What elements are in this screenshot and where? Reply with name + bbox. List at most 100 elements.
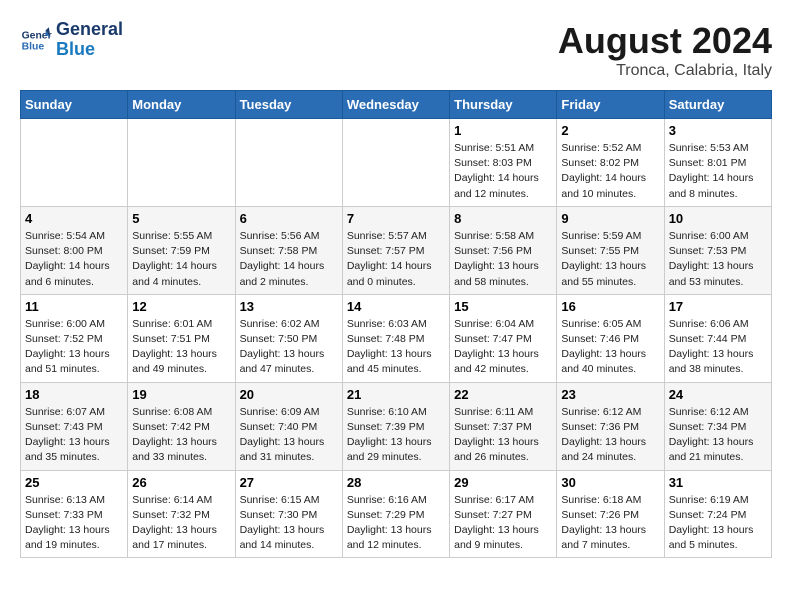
day-number: 18 <box>25 387 123 402</box>
day-info: Sunrise: 5:57 AMSunset: 7:57 PMDaylight:… <box>347 229 445 290</box>
day-number: 17 <box>669 299 767 314</box>
calendar-day-24: 24 Sunrise: 6:12 AMSunset: 7:34 PMDayligh… <box>664 382 771 470</box>
calendar-day-5: 5 Sunrise: 5:55 AMSunset: 7:59 PMDaylight… <box>128 206 235 294</box>
empty-cell <box>342 119 449 207</box>
weekday-header-saturday: Saturday <box>664 91 771 119</box>
calendar-day-25: 25 Sunrise: 6:13 AMSunset: 7:33 PMDayligh… <box>21 470 128 558</box>
day-number: 21 <box>347 387 445 402</box>
day-info: Sunrise: 6:14 AMSunset: 7:32 PMDaylight:… <box>132 493 230 554</box>
day-info: Sunrise: 5:55 AMSunset: 7:59 PMDaylight:… <box>132 229 230 290</box>
day-number: 25 <box>25 475 123 490</box>
day-number: 23 <box>561 387 659 402</box>
calendar-day-21: 21 Sunrise: 6:10 AMSunset: 7:39 PMDayligh… <box>342 382 449 470</box>
calendar-week-4: 25 Sunrise: 6:13 AMSunset: 7:33 PMDayligh… <box>21 470 772 558</box>
day-number: 8 <box>454 211 552 226</box>
day-number: 30 <box>561 475 659 490</box>
calendar-day-10: 10 Sunrise: 6:00 AMSunset: 7:53 PMDayligh… <box>664 206 771 294</box>
day-number: 9 <box>561 211 659 226</box>
day-number: 12 <box>132 299 230 314</box>
title-block: August 2024 Tronca, Calabria, Italy <box>558 20 772 80</box>
calendar-day-31: 31 Sunrise: 6:19 AMSunset: 7:24 PMDayligh… <box>664 470 771 558</box>
calendar-week-2: 11Sunrise: 6:00 AMSunset: 7:52 PMDayligh… <box>21 294 772 382</box>
day-info: Sunrise: 6:10 AMSunset: 7:39 PMDaylight:… <box>347 405 445 466</box>
day-info: Sunrise: 5:53 AMSunset: 8:01 PMDaylight:… <box>669 141 767 202</box>
calendar-body: 1Sunrise: 5:51 AMSunset: 8:03 PMDaylight… <box>21 119 772 558</box>
calendar-day-27: 27 Sunrise: 6:15 AMSunset: 7:30 PMDayligh… <box>235 470 342 558</box>
day-info: Sunrise: 6:16 AMSunset: 7:29 PMDaylight:… <box>347 493 445 554</box>
calendar-day-18: 18 Sunrise: 6:07 AMSunset: 7:43 PMDayligh… <box>21 382 128 470</box>
logo: General Blue General Blue <box>20 20 123 60</box>
calendar-day-14: 14 Sunrise: 6:03 AMSunset: 7:48 PMDayligh… <box>342 294 449 382</box>
calendar-day-2: 2 Sunrise: 5:52 AMSunset: 8:02 PMDaylight… <box>557 119 664 207</box>
weekday-header-row: SundayMondayTuesdayWednesdayThursdayFrid… <box>21 91 772 119</box>
day-number: 5 <box>132 211 230 226</box>
day-number: 13 <box>240 299 338 314</box>
weekday-header-thursday: Thursday <box>450 91 557 119</box>
day-number: 3 <box>669 123 767 138</box>
day-info: Sunrise: 6:13 AMSunset: 7:33 PMDaylight:… <box>25 493 123 554</box>
calendar-day-12: 12 Sunrise: 6:01 AMSunset: 7:51 PMDayligh… <box>128 294 235 382</box>
day-info: Sunrise: 6:01 AMSunset: 7:51 PMDaylight:… <box>132 317 230 378</box>
svg-text:Blue: Blue <box>22 41 45 52</box>
day-number: 22 <box>454 387 552 402</box>
day-number: 6 <box>240 211 338 226</box>
day-number: 31 <box>669 475 767 490</box>
day-info: Sunrise: 6:03 AMSunset: 7:48 PMDaylight:… <box>347 317 445 378</box>
page-header: General Blue General Blue August 2024 Tr… <box>20 20 772 80</box>
calendar-day-7: 7 Sunrise: 5:57 AMSunset: 7:57 PMDaylight… <box>342 206 449 294</box>
day-number: 11 <box>25 299 123 314</box>
day-number: 27 <box>240 475 338 490</box>
calendar-day-30: 30 Sunrise: 6:18 AMSunset: 7:26 PMDayligh… <box>557 470 664 558</box>
day-info: Sunrise: 6:05 AMSunset: 7:46 PMDaylight:… <box>561 317 659 378</box>
calendar-day-29: 29Sunrise: 6:17 AMSunset: 7:27 PMDayligh… <box>450 470 557 558</box>
day-info: Sunrise: 6:12 AMSunset: 7:34 PMDaylight:… <box>669 405 767 466</box>
weekday-header-tuesday: Tuesday <box>235 91 342 119</box>
calendar-week-0: 1Sunrise: 5:51 AMSunset: 8:03 PMDaylight… <box>21 119 772 207</box>
day-info: Sunrise: 5:56 AMSunset: 7:58 PMDaylight:… <box>240 229 338 290</box>
location: Tronca, Calabria, Italy <box>558 62 772 80</box>
day-info: Sunrise: 6:00 AMSunset: 7:53 PMDaylight:… <box>669 229 767 290</box>
empty-cell <box>21 119 128 207</box>
calendar-day-15: 15Sunrise: 6:04 AMSunset: 7:47 PMDayligh… <box>450 294 557 382</box>
calendar-day-19: 19 Sunrise: 6:08 AMSunset: 7:42 PMDayligh… <box>128 382 235 470</box>
day-info: Sunrise: 5:52 AMSunset: 8:02 PMDaylight:… <box>561 141 659 202</box>
calendar-day-20: 20 Sunrise: 6:09 AMSunset: 7:40 PMDayligh… <box>235 382 342 470</box>
weekday-header-monday: Monday <box>128 91 235 119</box>
day-info: Sunrise: 5:51 AMSunset: 8:03 PMDaylight:… <box>454 141 552 202</box>
day-number: 14 <box>347 299 445 314</box>
calendar-week-1: 4Sunrise: 5:54 AMSunset: 8:00 PMDaylight… <box>21 206 772 294</box>
calendar-day-11: 11Sunrise: 6:00 AMSunset: 7:52 PMDayligh… <box>21 294 128 382</box>
day-number: 7 <box>347 211 445 226</box>
weekday-header-friday: Friday <box>557 91 664 119</box>
empty-cell <box>128 119 235 207</box>
day-info: Sunrise: 6:08 AMSunset: 7:42 PMDaylight:… <box>132 405 230 466</box>
day-info: Sunrise: 5:59 AMSunset: 7:55 PMDaylight:… <box>561 229 659 290</box>
day-number: 19 <box>132 387 230 402</box>
calendar-table: SundayMondayTuesdayWednesdayThursdayFrid… <box>20 90 772 558</box>
day-info: Sunrise: 6:07 AMSunset: 7:43 PMDaylight:… <box>25 405 123 466</box>
day-number: 15 <box>454 299 552 314</box>
day-info: Sunrise: 6:15 AMSunset: 7:30 PMDaylight:… <box>240 493 338 554</box>
logo-text: General Blue <box>56 20 123 60</box>
calendar-week-3: 18 Sunrise: 6:07 AMSunset: 7:43 PMDayligh… <box>21 382 772 470</box>
day-info: Sunrise: 6:06 AMSunset: 7:44 PMDaylight:… <box>669 317 767 378</box>
day-info: Sunrise: 6:09 AMSunset: 7:40 PMDaylight:… <box>240 405 338 466</box>
day-number: 24 <box>669 387 767 402</box>
calendar-day-6: 6 Sunrise: 5:56 AMSunset: 7:58 PMDaylight… <box>235 206 342 294</box>
day-info: Sunrise: 6:19 AMSunset: 7:24 PMDaylight:… <box>669 493 767 554</box>
calendar-day-28: 28Sunrise: 6:16 AMSunset: 7:29 PMDayligh… <box>342 470 449 558</box>
calendar-day-1: 1Sunrise: 5:51 AMSunset: 8:03 PMDaylight… <box>450 119 557 207</box>
weekday-header-wednesday: Wednesday <box>342 91 449 119</box>
day-info: Sunrise: 6:02 AMSunset: 7:50 PMDaylight:… <box>240 317 338 378</box>
logo-icon: General Blue <box>20 24 52 56</box>
day-info: Sunrise: 6:18 AMSunset: 7:26 PMDaylight:… <box>561 493 659 554</box>
day-number: 2 <box>561 123 659 138</box>
calendar-day-17: 17 Sunrise: 6:06 AMSunset: 7:44 PMDayligh… <box>664 294 771 382</box>
day-number: 26 <box>132 475 230 490</box>
day-number: 20 <box>240 387 338 402</box>
calendar-day-4: 4Sunrise: 5:54 AMSunset: 8:00 PMDaylight… <box>21 206 128 294</box>
day-number: 10 <box>669 211 767 226</box>
calendar-day-16: 16Sunrise: 6:05 AMSunset: 7:46 PMDayligh… <box>557 294 664 382</box>
calendar-day-3: 3 Sunrise: 5:53 AMSunset: 8:01 PMDaylight… <box>664 119 771 207</box>
calendar-day-26: 26 Sunrise: 6:14 AMSunset: 7:32 PMDayligh… <box>128 470 235 558</box>
